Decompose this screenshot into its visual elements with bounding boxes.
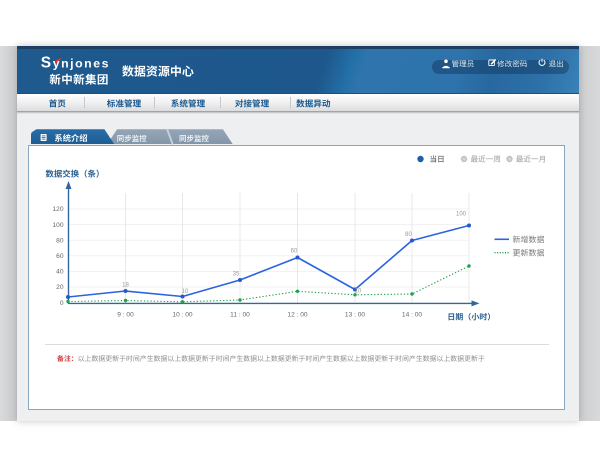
svg-text:35: 35 bbox=[233, 272, 240, 278]
svg-text:60: 60 bbox=[291, 249, 298, 255]
svg-text:60: 60 bbox=[56, 253, 64, 260]
svg-text:120: 120 bbox=[52, 206, 63, 213]
svg-text:9 : 00: 9 : 00 bbox=[117, 312, 134, 319]
svg-text:10: 10 bbox=[182, 289, 189, 295]
svg-text:0: 0 bbox=[60, 300, 64, 307]
svg-text:40: 40 bbox=[56, 269, 64, 276]
svg-text:10 : 00: 10 : 00 bbox=[172, 312, 192, 319]
svg-text:80: 80 bbox=[56, 237, 64, 244]
svg-text:80: 80 bbox=[405, 232, 412, 238]
svg-text:Synjones: Synjones bbox=[41, 54, 110, 71]
svg-text:14 : 00: 14 : 00 bbox=[402, 312, 422, 319]
svg-text:20: 20 bbox=[56, 284, 64, 291]
svg-text:11 : 00: 11 : 00 bbox=[230, 312, 250, 319]
svg-text:10: 10 bbox=[355, 289, 362, 295]
svg-text:12 : 00: 12 : 00 bbox=[287, 312, 307, 319]
svg-text:18: 18 bbox=[122, 283, 129, 289]
svg-text:13 : 00: 13 : 00 bbox=[345, 312, 365, 319]
svg-text:100: 100 bbox=[52, 222, 63, 229]
svg-text:100: 100 bbox=[456, 212, 467, 218]
